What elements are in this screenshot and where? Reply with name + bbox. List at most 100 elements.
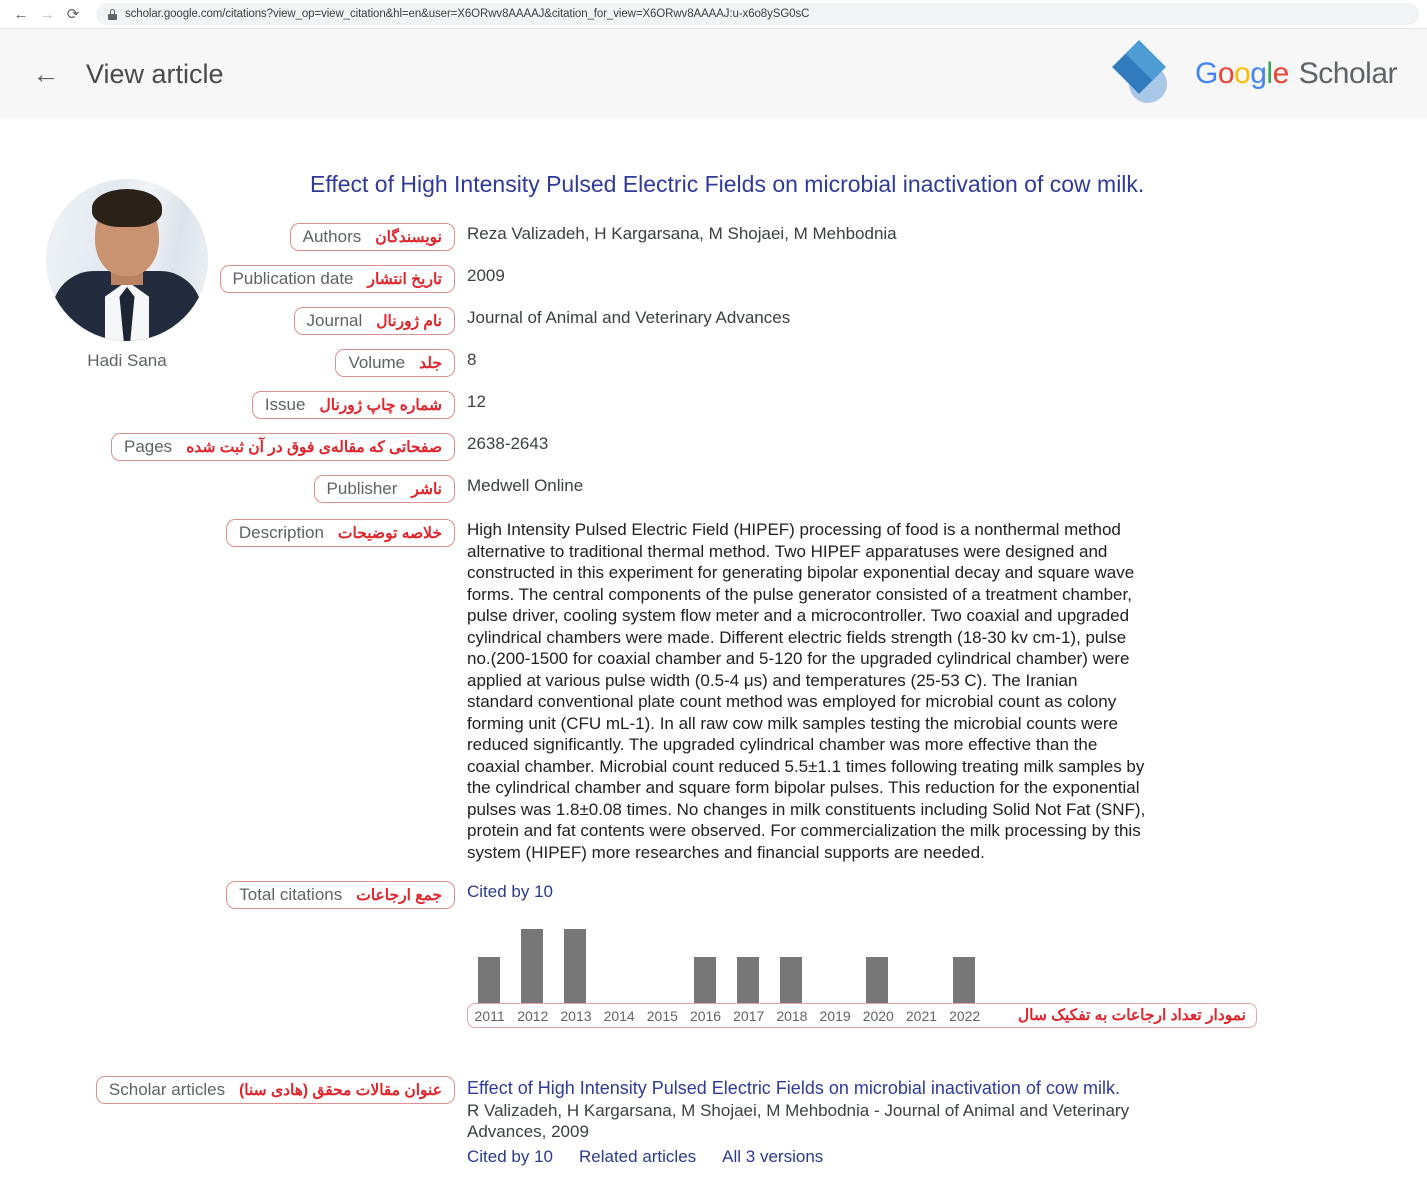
graduation-cap-icon (1112, 40, 1181, 103)
label-col: جلد Volume (0, 349, 455, 377)
chart-year-label: 2018 (776, 1007, 808, 1024)
chip-journal-en: Journal (306, 311, 363, 330)
metadata-rows: نویسندگان Authors Reza Valizadeh, H Karg… (0, 119, 1427, 909)
metadata-row-issue: شماره چاپ ژورنال Issue 12 (0, 391, 1427, 419)
chart-bar-slot (597, 923, 640, 1003)
value-volume: 8 (467, 350, 477, 369)
chart-bar[interactable] (563, 929, 586, 1003)
chip-pages: صفحاتی که مقاله‌ی فوق در آن ثبت شده Page… (110, 433, 455, 461)
brand-letter-o2: o (1234, 57, 1251, 90)
chart-bar[interactable] (736, 957, 759, 1003)
chip-total-citations: جمع ارجاعات Total citations (226, 881, 455, 909)
brand-letter-o1: o (1217, 57, 1235, 90)
brand-letter-e: e (1272, 57, 1290, 90)
citations-chart-axis: 2011 2012 2013 2014 2015 2016 2017 2018 2019 2020… (467, 1003, 1257, 1028)
chart-bar-slot (769, 923, 812, 1003)
chart-year-label: 2013 (560, 1007, 592, 1024)
chart-bar-slot (942, 923, 985, 1003)
label-col: نام ژورنال Journal (0, 307, 455, 335)
chart-year-label: 2019 (819, 1007, 851, 1024)
chart-year-label: 2022 (949, 1007, 981, 1024)
scholar-articles-section: عنوان مقالات محقق (هادی سنا) Scholar art… (0, 1076, 1427, 1167)
browser-reload-icon[interactable]: ⟳ (60, 2, 86, 26)
chip-publication-date: تاریخ انتشار Publication date (219, 265, 455, 293)
label-col: نویسندگان Authors (0, 223, 455, 251)
chip-journal-fa: نام ژورنال (376, 312, 442, 330)
chart-bar[interactable] (779, 957, 802, 1003)
chip-scholar-articles-en: Scholar articles (108, 1080, 226, 1099)
chart-bar-slot (467, 923, 510, 1003)
browser-toolbar: ← → ⟳ scholar.google.com/citations?view_… (0, 0, 1427, 29)
chart-year-label: 2017 (733, 1007, 765, 1024)
chart-bar-slot (856, 923, 899, 1003)
chip-journal: نام ژورنال Journal (293, 307, 455, 335)
chip-description-en: Description (238, 523, 324, 542)
google-scholar-logo[interactable]: Google Scholar (1112, 40, 1403, 103)
citations-chart: 2011 2012 2013 2014 2015 2016 2017 2018 2019 2020… (467, 923, 1257, 1028)
back-arrow-icon[interactable]: ← (24, 52, 68, 96)
address-bar[interactable]: scholar.google.com/citations?view_op=vie… (96, 3, 1419, 25)
value-pages: 2638-2643 (467, 434, 549, 453)
metadata-row-description: خلاصه توضیحات Description High Intensity… (0, 519, 1427, 863)
citations-chart-bars (467, 923, 987, 1003)
chip-volume-en: Volume (348, 353, 406, 372)
metadata-row-pages: صفحاتی که مقاله‌ی فوق در آن ثبت شده Page… (0, 433, 1427, 461)
chip-scholar-articles-fa: عنوان مقالات محقق (هادی سنا) (239, 1081, 442, 1099)
citations-chart-annotation: نمودار تعداد ارجاعات به تفکیک سال (1017, 1007, 1246, 1024)
chart-bar[interactable] (477, 957, 500, 1003)
chart-bar[interactable] (693, 957, 716, 1003)
chip-authors: نویسندگان Authors (289, 223, 455, 251)
label-col: خلاصه توضیحات Description (0, 519, 455, 547)
value-authors: Reza Valizadeh, H Kargarsana, M Shojaei,… (467, 224, 897, 243)
chart-bar-slot (683, 923, 726, 1003)
chip-issue: شماره چاپ ژورنال Issue (251, 391, 455, 419)
metadata-row-journal: نام ژورنال Journal Journal of Animal and… (0, 307, 1427, 335)
value-journal: Journal of Animal and Veterinary Advance… (467, 308, 791, 327)
scholar-cited-by-link[interactable]: Cited by 10 (467, 1146, 553, 1167)
label-col: ناشر Publisher (0, 475, 455, 503)
lock-icon (108, 8, 117, 20)
chart-bar-slot (640, 923, 683, 1003)
chip-publication-date-fa: تاریخ انتشار (367, 270, 442, 288)
chip-pages-fa: صفحاتی که مقاله‌ی فوق در آن ثبت شده (186, 438, 442, 456)
chart-year-label: 2011 (474, 1007, 505, 1024)
chip-publisher-en: Publisher (326, 479, 398, 498)
chart-bar[interactable] (866, 957, 889, 1003)
chart-bar[interactable] (520, 929, 543, 1003)
scholar-article-links: Cited by 10 Related articles All 3 versi… (467, 1146, 1427, 1167)
scholar-header: ← View article Google Scholar (0, 29, 1427, 119)
brand-letter-g2: g (1250, 57, 1267, 90)
chip-publication-date-en: Publication date (232, 269, 354, 288)
scholar-article-title-link[interactable]: Effect of High Intensity Pulsed Electric… (467, 1076, 1427, 1100)
label-col: شماره چاپ ژورنال Issue (0, 391, 455, 419)
address-bar-url: scholar.google.com/citations?view_op=vie… (125, 8, 810, 20)
chart-bar-slot (899, 923, 942, 1003)
label-col: تاریخ انتشار Publication date (0, 265, 455, 293)
browser-forward-icon[interactable]: → (34, 2, 60, 26)
scholar-all-versions-link[interactable]: All 3 versions (722, 1146, 823, 1167)
google-scholar-wordmark: Google Scholar (1195, 57, 1397, 91)
chart-year-label: 2014 (603, 1007, 635, 1024)
chip-issue-fa: شماره چاپ ژورنال (319, 396, 442, 414)
value-publication-date: 2009 (467, 266, 505, 285)
chart-year-label: 2020 (862, 1007, 894, 1024)
scholar-related-articles-link[interactable]: Related articles (579, 1146, 696, 1167)
citations-chart-year-labels: 2011 2012 2013 2014 2015 2016 2017 2018 2019 2020… (468, 1008, 988, 1024)
chip-description-fa: خلاصه توضیحات (337, 524, 442, 542)
chart-bar-slot (726, 923, 769, 1003)
brand-letter-g1: G (1195, 57, 1218, 90)
chart-bar[interactable] (952, 957, 975, 1003)
chip-issue-en: Issue (264, 395, 306, 414)
chip-authors-en: Authors (302, 227, 362, 246)
chip-publisher-fa: ناشر (411, 480, 442, 498)
article-content: Hadi Sana Effect of High Intensity Pulse… (0, 119, 1427, 1168)
browser-back-icon[interactable]: ← (8, 2, 34, 26)
chart-year-label: 2021 (905, 1007, 938, 1024)
chip-pages-en: Pages (123, 437, 173, 456)
chart-year-label: 2012 (517, 1007, 549, 1024)
chart-year-label: 2015 (646, 1007, 678, 1024)
chart-bar-slot (553, 923, 596, 1003)
label-col: عنوان مقالات محقق (هادی سنا) Scholar art… (0, 1076, 455, 1104)
cited-by-link[interactable]: Cited by 10 (467, 882, 553, 901)
description-text: High Intensity Pulsed Electric Field (HI… (467, 520, 1146, 862)
